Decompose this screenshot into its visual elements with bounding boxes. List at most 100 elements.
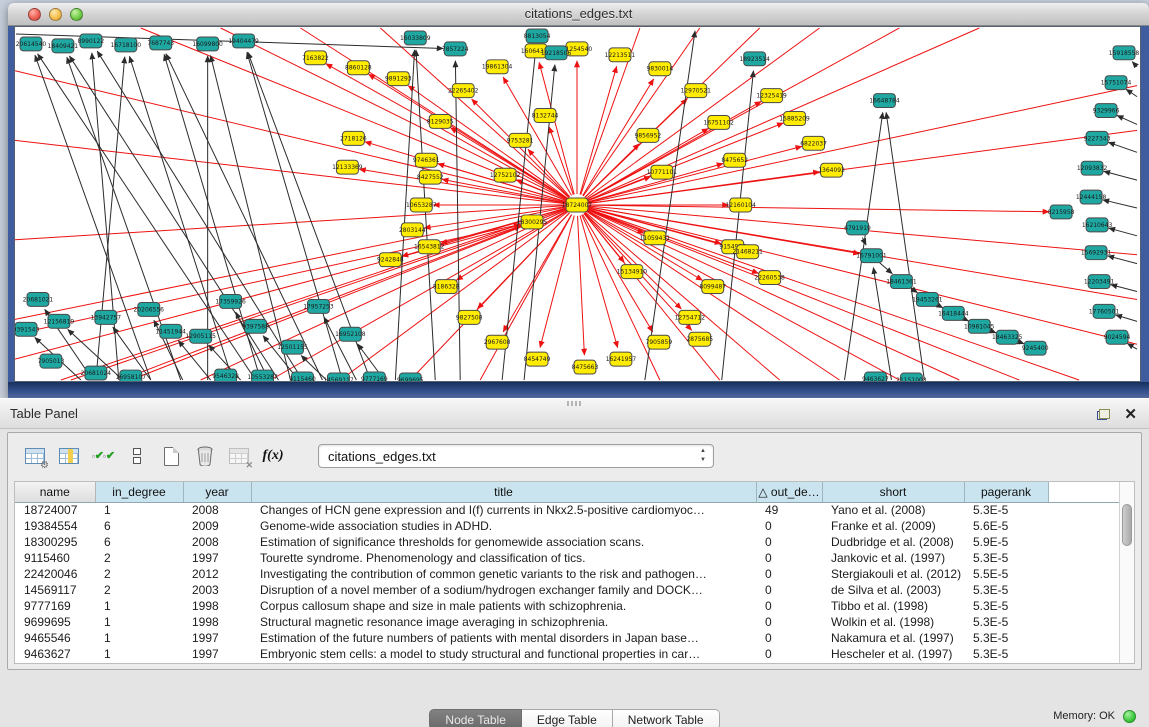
graph-node[interactable]: 2803144 xyxy=(399,223,426,237)
column-header-title[interactable]: title xyxy=(251,482,756,502)
table-cell[interactable]: Hescheler et al. (1997) xyxy=(822,646,964,662)
graph-node[interactable]: 9830014 xyxy=(647,62,674,76)
graph-node[interactable]: 8475652 xyxy=(721,153,748,167)
graph-node[interactable]: 9391543 xyxy=(15,322,39,336)
table-cell[interactable]: 5.3E-5 xyxy=(964,630,1048,646)
graph-edge[interactable] xyxy=(1126,89,1137,96)
table-cell[interactable]: Wolkin et al. (1998) xyxy=(822,614,964,630)
graph-node[interactable]: 12093832 xyxy=(1077,161,1108,175)
table-cell[interactable]: Dudbridge et al. (2008) xyxy=(822,534,964,550)
graph-node[interactable]: 9856952 xyxy=(635,128,662,142)
table-cell[interactable]: 5.3E-5 xyxy=(964,646,1048,662)
graph-node[interactable]: 16099800 xyxy=(192,37,223,51)
table-cell[interactable]: 19384554 xyxy=(15,518,95,534)
table-row[interactable]: 2242004622012Investigating the contribut… xyxy=(15,566,1121,582)
graph-node[interactable]: 16791001 xyxy=(856,249,887,263)
table-cell[interactable]: 1 xyxy=(95,502,183,518)
graph-edge[interactable] xyxy=(886,112,924,380)
graph-node[interactable]: 10771101 xyxy=(647,165,678,179)
new-table-icon[interactable] xyxy=(156,441,186,471)
graph-node[interactable]: 17760501 xyxy=(1089,304,1120,318)
table-cell[interactable]: Corpus callosum shape and size in male p… xyxy=(251,598,756,614)
select-mode-icon[interactable]: ✔✔ xyxy=(88,441,118,471)
graph-node[interactable]: 19218506 xyxy=(541,46,572,60)
table-cell[interactable]: 0 xyxy=(756,598,822,614)
graph-edge[interactable] xyxy=(38,54,256,380)
graph-node[interactable]: 1364093 xyxy=(818,163,845,177)
table-cell[interactable]: 18300295 xyxy=(15,534,95,550)
table-cell[interactable]: 0 xyxy=(756,550,822,566)
graph-node[interactable]: 12325419 xyxy=(756,89,787,103)
table-cell[interactable]: 2 xyxy=(95,582,183,598)
table-cell[interactable]: Franke et al. (2009) xyxy=(822,518,964,534)
graph-node[interactable]: 16543812 xyxy=(414,240,445,254)
graph-edge[interactable] xyxy=(540,216,574,348)
table-cell[interactable]: 1998 xyxy=(183,598,251,614)
column-header-out-degree[interactable]: △ out_de… xyxy=(756,482,822,502)
table-cell[interactable]: Investigating the contribution of common… xyxy=(251,566,756,582)
table-cell[interactable]: 2003 xyxy=(183,582,251,598)
graph-edge[interactable] xyxy=(166,54,323,380)
table-cell[interactable]: 1997 xyxy=(183,646,251,662)
graph-node[interactable]: 19861304 xyxy=(482,60,513,74)
network-canvas[interactable]: 1872400718300295112545401221351198300141… xyxy=(14,26,1141,382)
table-selector-dropdown[interactable]: citations_edges.txt ▲▼ xyxy=(318,444,714,468)
column-header-in-degree[interactable]: in_degree xyxy=(95,482,183,502)
graph-node[interactable]: 11059431 xyxy=(640,231,671,245)
table-cell[interactable]: 9115460 xyxy=(15,550,95,566)
graph-node[interactable]: 12156819 xyxy=(44,314,75,328)
graph-node[interactable]: 8186328 xyxy=(433,280,460,294)
column-header-short[interactable]: short xyxy=(822,482,964,502)
table-row[interactable]: 969969511998Structural magnetic resonanc… xyxy=(15,614,1121,630)
table-cell[interactable]: 0 xyxy=(756,630,822,646)
table-cell[interactable]: 1998 xyxy=(183,614,251,630)
delete-table-icon[interactable] xyxy=(190,441,220,471)
table-cell[interactable]: 1997 xyxy=(183,550,251,566)
graph-node[interactable]: 12160104 xyxy=(725,198,756,212)
graph-node[interactable]: 18300295 xyxy=(517,215,548,229)
graph-node[interactable]: 9753281 xyxy=(507,133,534,147)
table-cell[interactable]: 14569117 xyxy=(15,582,95,598)
table-cell[interactable]: 22420046 xyxy=(15,566,95,582)
zoom-window-button[interactable] xyxy=(70,8,83,21)
table-cell[interactable]: 5.3E-5 xyxy=(964,582,1048,598)
graph-node[interactable]: 20206556 xyxy=(134,302,165,316)
graph-node[interactable]: 2967608 xyxy=(484,335,511,349)
graph-edge[interactable] xyxy=(1104,171,1137,180)
table-cell[interactable]: 2008 xyxy=(183,534,251,550)
column-header-name[interactable]: name xyxy=(15,482,95,502)
graph-node[interactable]: 8860128 xyxy=(345,61,372,75)
graph-edge[interactable] xyxy=(1132,62,1137,67)
graph-node[interactable]: 9777169 xyxy=(361,372,388,381)
show-columns-icon[interactable] xyxy=(54,441,84,471)
table-cell[interactable]: Estimation of significance thresholds fo… xyxy=(251,534,756,550)
graph-node[interactable]: 12203491 xyxy=(1084,275,1115,289)
graph-edge[interactable] xyxy=(588,86,1137,203)
graph-node[interactable]: 9242848 xyxy=(377,253,404,267)
graph-node[interactable]: 16418444 xyxy=(938,306,969,320)
table-cell[interactable]: 1 xyxy=(95,646,183,662)
graph-edge[interactable] xyxy=(35,55,151,380)
graph-node[interactable]: 8099487 xyxy=(699,280,726,294)
table-cell[interactable]: 1 xyxy=(95,614,183,630)
graph-node[interactable]: 9397588 xyxy=(242,319,269,333)
graph-node[interactable]: 7687743 xyxy=(147,36,174,50)
table-cell[interactable]: 0 xyxy=(756,534,822,550)
graph-edge[interactable] xyxy=(359,169,566,203)
table-row[interactable]: 946362711997Embryonic stem cells: a mode… xyxy=(15,646,1121,662)
minimize-window-button[interactable] xyxy=(49,8,62,21)
graph-node[interactable]: 17359926 xyxy=(215,294,246,308)
graph-edge[interactable] xyxy=(15,71,566,203)
table-row[interactable]: 1872400712008Changes of HCN gene express… xyxy=(15,502,1121,518)
close-window-button[interactable] xyxy=(28,8,41,21)
table-cell[interactable]: 2009 xyxy=(183,518,251,534)
graph-node[interactable]: 12905115 xyxy=(185,329,216,343)
table-cell[interactable]: 5.3E-5 xyxy=(964,598,1048,614)
graph-node[interactable]: 12754712 xyxy=(675,310,706,324)
table-cell[interactable]: 5.9E-5 xyxy=(964,534,1048,550)
graph-edge[interactable] xyxy=(588,205,1049,212)
graph-node[interactable]: 9024594 xyxy=(1104,330,1131,344)
table-cell[interactable]: 5.5E-5 xyxy=(964,566,1048,582)
graph-node[interactable]: 9227343 xyxy=(1084,131,1111,145)
graph-node[interactable]: 7857224 xyxy=(442,42,469,56)
